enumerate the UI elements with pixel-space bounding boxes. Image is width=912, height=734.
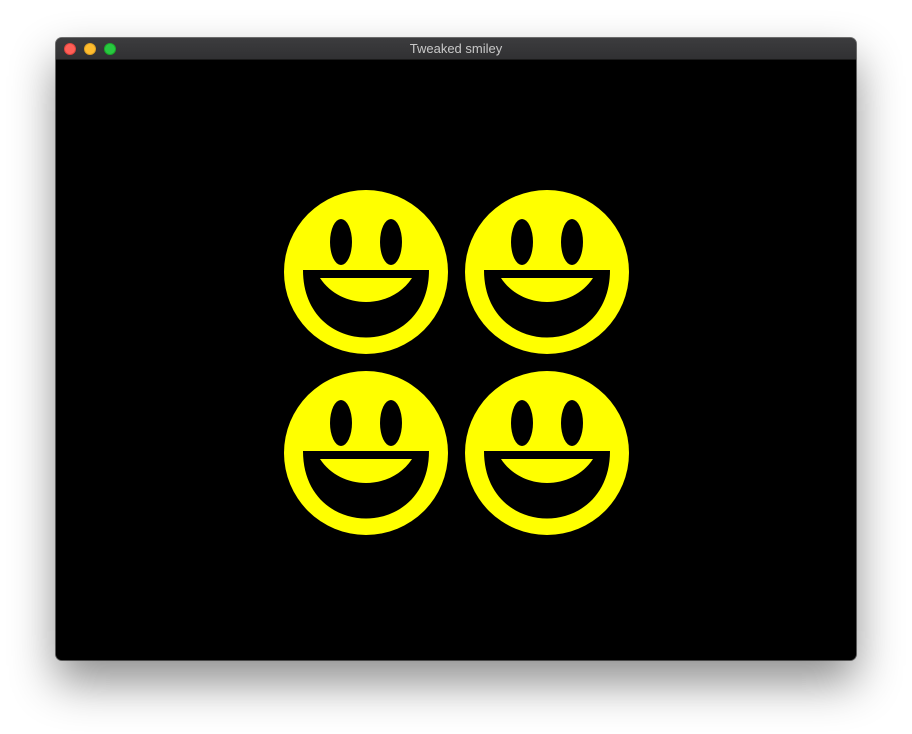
title-bar[interactable]: Tweaked smiley (56, 38, 856, 60)
window-title: Tweaked smiley (409, 41, 503, 56)
smiley-left-eye (330, 219, 352, 265)
smiley-drawing (284, 190, 629, 535)
smiley-right-eye (561, 400, 583, 446)
smiley-right-eye (380, 400, 402, 446)
smiley-left-eye (511, 219, 533, 265)
smiley-face (284, 190, 448, 354)
drawing-canvas (56, 60, 856, 660)
smiley-face (465, 190, 629, 354)
smiley-right-eye (561, 219, 583, 265)
smiley-right-eye (380, 219, 402, 265)
smiley-left-eye (330, 400, 352, 446)
smiley-left-eye (511, 400, 533, 446)
smiley-face (284, 371, 448, 535)
smiley-face (465, 371, 629, 535)
app-window: Tweaked smiley (56, 38, 856, 660)
